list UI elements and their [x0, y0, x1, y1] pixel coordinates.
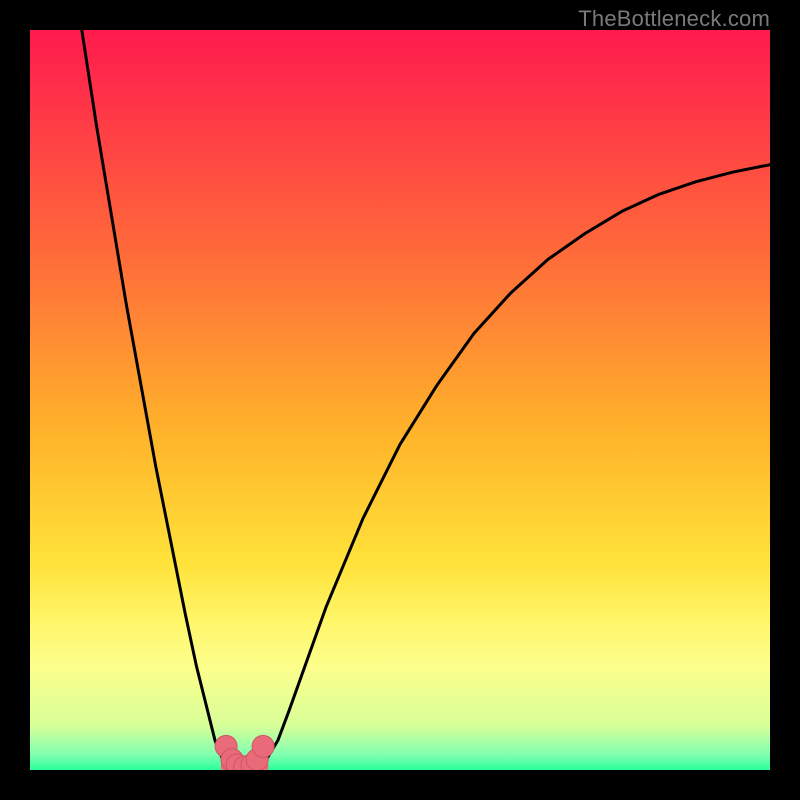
- trough-marker: [252, 735, 274, 757]
- gradient-background: [30, 30, 770, 770]
- attribution-label: TheBottleneck.com: [578, 6, 770, 32]
- chart-frame: TheBottleneck.com: [0, 0, 800, 800]
- plot-area: [30, 30, 770, 770]
- chart-svg: [30, 30, 770, 770]
